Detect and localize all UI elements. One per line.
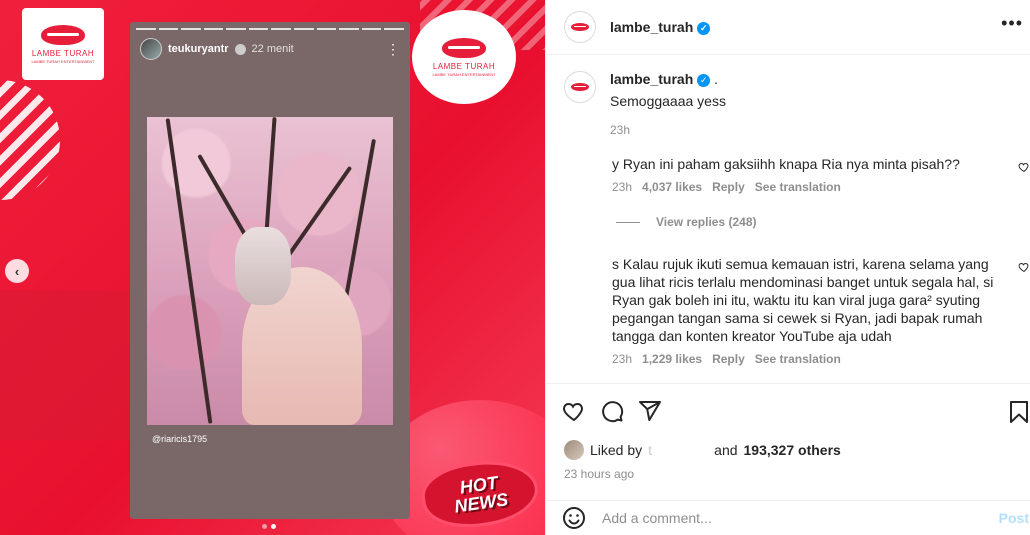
username-link[interactable]: lambe_turah xyxy=(610,19,693,35)
header-username[interactable]: lambe_turah ✓ xyxy=(610,19,711,35)
brand-logo-round: LAMBE TURAH LAMBE TURAH ENTERTAINMENT xyxy=(412,10,516,104)
liked-by: Liked by t and 193,327 others xyxy=(564,440,841,460)
carousel-dot-active xyxy=(271,524,276,529)
more-vertical-icon: ⋮ xyxy=(386,40,400,57)
verified-icon: ✓ xyxy=(697,21,711,35)
liked-by-and: and xyxy=(714,442,738,458)
verified-icon: ✓ xyxy=(697,73,711,87)
comment-meta: 23h 1,229 likes Reply See translation xyxy=(564,352,1004,366)
brand-name: LAMBE TURAH xyxy=(432,61,496,71)
comment-icon[interactable] xyxy=(600,399,624,423)
caption-time[interactable]: 23h xyxy=(610,123,726,137)
heart-icon[interactable] xyxy=(1018,261,1030,273)
comment-text: s Kalau rujuk ikuti semua kemauan istri,… xyxy=(612,256,994,344)
carousel-dot xyxy=(262,524,267,529)
liked-by-prefix: Liked by xyxy=(590,442,643,458)
post-caption: lambe_turah ✓ . Semoggaaaa yess 23h xyxy=(564,71,726,137)
story-username: teukuryantr xyxy=(168,43,229,55)
comment-time[interactable]: 23h xyxy=(612,180,632,194)
story-header: teukuryantr 22 menit ⋮ xyxy=(140,36,400,62)
lips-icon xyxy=(442,37,486,58)
divider xyxy=(616,221,640,223)
background-block xyxy=(0,290,140,440)
comment-item: y Ryan ini paham gaksiihh knapa Ria nya … xyxy=(564,155,1029,194)
lips-icon xyxy=(571,83,589,91)
brand-tagline: LAMBE TURAH ENTERTAINMENT xyxy=(432,71,496,77)
see-translation-button[interactable]: See translation xyxy=(755,180,841,194)
caption-suffix: . xyxy=(714,71,719,87)
story-progress-bars xyxy=(136,28,404,30)
comments-section: lambe_turah ✓ . Semoggaaaa yess 23h y Rya… xyxy=(546,55,1030,383)
story-photo xyxy=(147,117,393,425)
comment-likes[interactable]: 4,037 likes xyxy=(642,180,702,194)
post-panel: lambe_turah ✓ ••• lambe_turah ✓ . Semoggaa… xyxy=(545,0,1030,535)
verified-icon xyxy=(234,43,246,55)
post-button[interactable]: Post xyxy=(999,510,1029,526)
liked-by-user[interactable]: t xyxy=(648,442,708,458)
lips-icon xyxy=(571,23,589,31)
comment-input[interactable] xyxy=(602,510,982,526)
heart-icon[interactable] xyxy=(562,399,586,423)
reply-button[interactable]: Reply xyxy=(712,352,745,366)
view-replies-button[interactable]: View replies (248) xyxy=(616,215,757,229)
view-replies-label[interactable]: View replies (248) xyxy=(656,215,757,229)
emoji-icon[interactable] xyxy=(562,506,586,530)
caption-text: Semoggaaaa yess xyxy=(610,93,726,109)
see-translation-button[interactable]: See translation xyxy=(755,352,841,366)
liked-by-others[interactable]: 193,327 others xyxy=(744,442,841,458)
post-actions xyxy=(546,383,1030,438)
story-time: 22 menit xyxy=(251,43,294,55)
add-comment-bar: Post xyxy=(546,500,1030,535)
baby-figure xyxy=(235,227,291,305)
comment-meta: 23h 4,037 likes Reply See translation xyxy=(564,180,1004,194)
post-time[interactable]: 23 hours ago xyxy=(564,467,634,481)
lips-icon xyxy=(41,24,85,45)
reply-button[interactable]: Reply xyxy=(712,180,745,194)
comment-time[interactable]: 23h xyxy=(612,352,632,366)
brand-logo: LAMBE TURAH LAMBE TURAH ENTERTAINMENT xyxy=(22,8,104,80)
comment-item: s Kalau rujuk ikuti semua kemauan istri,… xyxy=(564,255,1029,366)
brand-name: LAMBE TURAH xyxy=(31,48,95,58)
post-header: lambe_turah ✓ ••• xyxy=(546,0,1030,55)
story-mention: @riaricis1795 xyxy=(152,434,208,444)
avatar[interactable] xyxy=(564,71,596,103)
comment-likes[interactable]: 1,229 likes xyxy=(642,352,702,366)
brand-tagline: LAMBE TURAH ENTERTAINMENT xyxy=(31,58,95,64)
heart-icon[interactable] xyxy=(1018,161,1030,173)
comment-text: y Ryan ini paham gaksiihh knapa Ria nya … xyxy=(612,156,960,172)
post-media: LAMBE TURAH LAMBE TURAH ENTERTAINMENT LA… xyxy=(0,0,545,535)
chevron-left-icon[interactable]: ‹ xyxy=(5,259,29,283)
story-screenshot: teukuryantr 22 menit ⋮ @riaricis1795 xyxy=(130,22,410,519)
more-horizontal-icon[interactable]: ••• xyxy=(1001,13,1023,34)
carousel-indicator xyxy=(262,524,276,529)
avatar xyxy=(140,38,162,60)
avatar[interactable] xyxy=(564,11,596,43)
caption-username[interactable]: lambe_turah xyxy=(610,71,693,87)
avatar[interactable] xyxy=(564,440,584,460)
share-icon[interactable] xyxy=(638,399,662,423)
decorative-stripes xyxy=(0,80,60,200)
bookmark-icon[interactable] xyxy=(1007,400,1030,424)
